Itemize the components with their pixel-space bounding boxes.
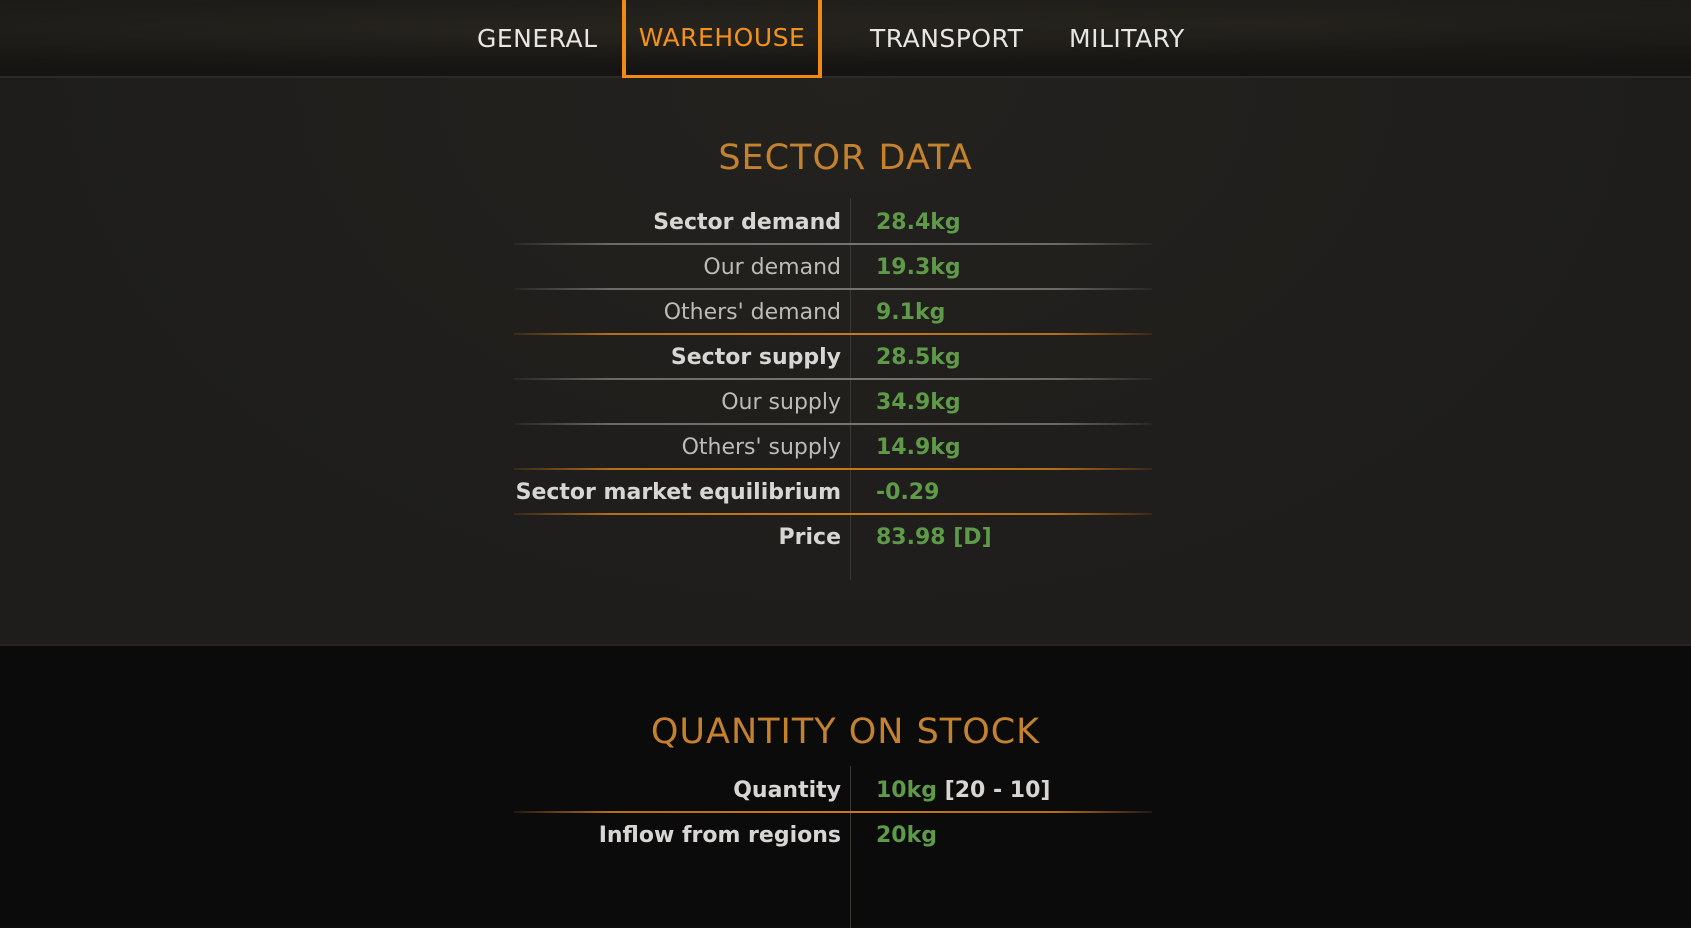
row-others-demand: Others' demand 9.1kg — [514, 290, 1152, 335]
tab-general[interactable]: GENERAL — [477, 0, 598, 78]
value-inflow-from-regions: 20kg — [876, 823, 937, 848]
label-inflow-from-regions: Inflow from regions — [598, 823, 841, 848]
value-quantity: 10kg [20 - 10] — [876, 768, 1050, 813]
quantity-on-stock-title: QUANTITY ON STOCK — [650, 712, 1041, 752]
row-market-equilibrium: Sector market equilibrium -0.29 — [514, 470, 1152, 515]
label-our-supply: Our supply — [721, 390, 841, 415]
quantity-amount: 10kg — [876, 778, 937, 803]
value-others-supply: 14.9kg — [876, 435, 961, 460]
row-sector-supply: Sector supply 28.5kg — [514, 335, 1152, 380]
top-nav: GENERAL WAREHOUSE TRANSPORT MILITARY — [0, 0, 1691, 90]
value-market-equilibrium: -0.29 — [876, 480, 940, 505]
row-price: Price 83.98 [D] — [514, 515, 1152, 560]
value-our-supply: 34.9kg — [876, 390, 961, 415]
row-our-demand: Our demand 19.3kg — [514, 245, 1152, 290]
sector-data-section: SECTOR DATA Sector demand 28.4kg Our dem… — [0, 78, 1691, 644]
label-quantity: Quantity — [733, 778, 841, 803]
sector-data-table: Sector demand 28.4kg Our demand 19.3kg O… — [514, 200, 1152, 560]
label-sector-supply: Sector supply — [670, 345, 841, 370]
tab-military[interactable]: MILITARY — [1069, 0, 1185, 78]
row-our-supply: Our supply 34.9kg — [514, 380, 1152, 425]
sector-data-title: SECTOR DATA — [718, 138, 973, 178]
label-our-demand: Our demand — [703, 255, 841, 280]
value-price: 83.98 [D] — [876, 525, 992, 550]
value-sector-supply: 28.5kg — [876, 345, 961, 370]
row-inflow-from-regions: Inflow from regions 20kg — [514, 813, 1152, 858]
label-sector-demand: Sector demand — [653, 210, 841, 235]
tab-warehouse[interactable]: WAREHOUSE — [622, 0, 822, 90]
quantity-on-stock-section: QUANTITY ON STOCK Quantity 10kg [20 - 10… — [0, 644, 1691, 928]
stock-table: Quantity 10kg [20 - 10] Inflow from regi… — [514, 768, 1152, 858]
row-sector-demand: Sector demand 28.4kg — [514, 200, 1152, 245]
label-market-equilibrium: Sector market equilibrium — [515, 480, 841, 505]
quantity-range: [20 - 10] — [944, 778, 1051, 803]
value-others-demand: 9.1kg — [876, 300, 946, 325]
label-others-supply: Others' supply — [681, 435, 841, 460]
label-others-demand: Others' demand — [663, 300, 841, 325]
row-quantity: Quantity 10kg [20 - 10] — [514, 768, 1152, 813]
row-others-supply: Others' supply 14.9kg — [514, 425, 1152, 470]
tab-transport[interactable]: TRANSPORT — [870, 0, 1023, 78]
value-our-demand: 19.3kg — [876, 255, 961, 280]
tab-warehouse-label: WAREHOUSE — [638, 23, 806, 52]
value-sector-demand: 28.4kg — [876, 210, 961, 235]
label-price: Price — [778, 525, 841, 550]
